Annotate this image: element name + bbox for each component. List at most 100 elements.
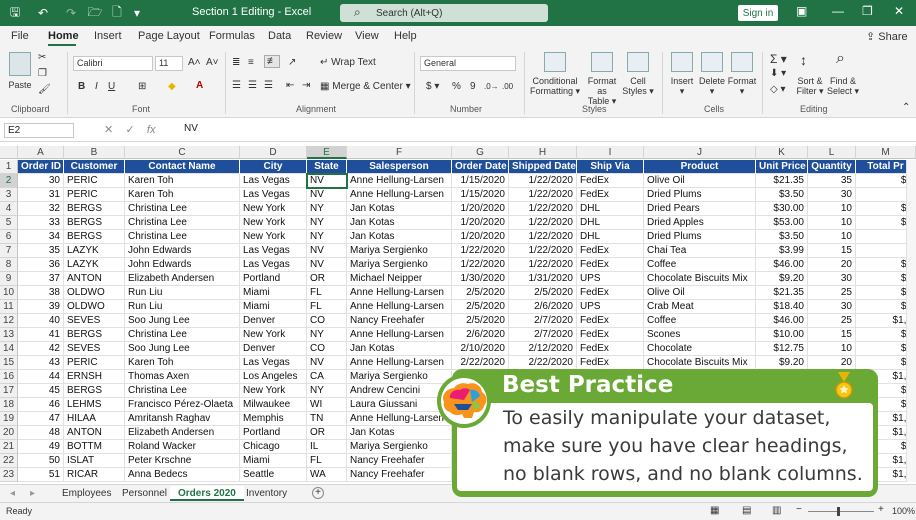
format-cells-icon[interactable] [731, 52, 753, 72]
cell-k13[interactable]: $10.00 [756, 328, 808, 342]
delete-cells-icon[interactable] [701, 52, 723, 72]
cell-c8[interactable]: John Edwards [125, 258, 240, 272]
cell-b6[interactable]: BERGS [64, 230, 125, 244]
cell-i3[interactable]: FedEx [577, 188, 644, 202]
sheet-tab-personnel[interactable]: Personnel [114, 486, 175, 501]
table-header-unit-price[interactable]: Unit Price [756, 160, 808, 174]
cell-k3[interactable]: $3.50 [756, 188, 808, 202]
table-header-city[interactable]: City [240, 160, 307, 174]
cell-g11[interactable]: 2/5/2020 [452, 300, 509, 314]
cell-a21[interactable]: 49 [18, 440, 64, 454]
cell-c16[interactable]: Thomas Axen [125, 370, 240, 384]
cell-g13[interactable]: 2/6/2020 [452, 328, 509, 342]
paste-icon[interactable] [9, 52, 31, 76]
column-header-k[interactable]: K [756, 146, 808, 159]
cell-b15[interactable]: PERIC [64, 356, 125, 370]
table-header-customer[interactable]: Customer [64, 160, 125, 174]
table-header-contact-name[interactable]: Contact Name [125, 160, 240, 174]
cell-f2[interactable]: Anne Hellung-Larsen [347, 174, 452, 188]
tab-data[interactable]: Data [268, 30, 291, 42]
row-header[interactable]: 4 [0, 202, 18, 216]
cell-l4[interactable]: 10 [808, 202, 856, 216]
cell-h2[interactable]: 1/22/2020 [509, 174, 577, 188]
undo-icon[interactable]: ↶ [32, 0, 54, 26]
cell-j7[interactable]: Chai Tea [644, 244, 756, 258]
comma-icon[interactable]: 9 [470, 81, 476, 92]
cell-c12[interactable]: Soo Jung Lee [125, 314, 240, 328]
tab-home[interactable]: Home [48, 30, 79, 42]
cell-j5[interactable]: Dried Apples [644, 216, 756, 230]
cell-h4[interactable]: 1/22/2020 [509, 202, 577, 216]
cell-f15[interactable]: Anne Hellung-Larsen [347, 356, 452, 370]
cell-g4[interactable]: 1/20/2020 [452, 202, 509, 216]
cell-a22[interactable]: 50 [18, 454, 64, 468]
align-left-icon[interactable]: ☰ [232, 80, 241, 91]
zoom-out-icon[interactable]: − [796, 504, 802, 515]
insert-cells-label[interactable]: Insert ▾ [666, 76, 698, 96]
cell-k12[interactable]: $46.00 [756, 314, 808, 328]
underline-icon[interactable]: U [108, 81, 115, 92]
cell-f9[interactable]: Michael Neipper [347, 272, 452, 286]
cell-i15[interactable]: FedEx [577, 356, 644, 370]
autosum-icon[interactable]: Σ ▾ [770, 52, 787, 66]
column-header-j[interactable]: J [644, 146, 756, 159]
cell-a19[interactable]: 47 [18, 412, 64, 426]
cell-b12[interactable]: SEVES [64, 314, 125, 328]
cell-k14[interactable]: $12.75 [756, 342, 808, 356]
cell-d18[interactable]: Milwaukee [240, 398, 307, 412]
cell-a4[interactable]: 32 [18, 202, 64, 216]
cell-f5[interactable]: Jan Kotas [347, 216, 452, 230]
find-select-label[interactable]: Find & Select ▾ [826, 76, 860, 96]
cell-k5[interactable]: $53.00 [756, 216, 808, 230]
cell-k2[interactable]: $21.35 [756, 174, 808, 188]
signin-button[interactable]: Sign in [738, 5, 778, 21]
increase-indent-icon[interactable]: ⇥ [302, 80, 310, 91]
cell-b10[interactable]: OLDWO [64, 286, 125, 300]
column-header-g[interactable]: G [452, 146, 509, 159]
row-header[interactable]: 15 [0, 356, 18, 370]
zoom-slider[interactable] [808, 511, 874, 512]
cell-j13[interactable]: Scones [644, 328, 756, 342]
tab-insert[interactable]: Insert [94, 30, 122, 42]
cell-c19[interactable]: Amritansh Raghav [125, 412, 240, 426]
cell-g3[interactable]: 1/15/2020 [452, 188, 509, 202]
column-header-d[interactable]: D [240, 146, 307, 159]
table-header-shipped-date[interactable]: Shipped Date [509, 160, 577, 174]
decrease-indent-icon[interactable]: ⇤ [286, 80, 294, 91]
cell-l7[interactable]: 15 [808, 244, 856, 258]
cell-h5[interactable]: 1/22/2020 [509, 216, 577, 230]
cell-j10[interactable]: Olive Oil [644, 286, 756, 300]
cell-c11[interactable]: Run Liu [125, 300, 240, 314]
column-header-h[interactable]: H [509, 146, 577, 159]
tab-help[interactable]: Help [394, 30, 417, 42]
bold-icon[interactable]: B [78, 81, 85, 92]
row-header[interactable]: 20 [0, 426, 18, 440]
cell-b9[interactable]: ANTON [64, 272, 125, 286]
add-sheet-icon[interactable]: + [312, 487, 324, 499]
cell-g10[interactable]: 2/5/2020 [452, 286, 509, 300]
cell-b22[interactable]: ISLAT [64, 454, 125, 468]
cell-c10[interactable]: Run Liu [125, 286, 240, 300]
formula-input[interactable]: NV [184, 123, 198, 134]
cell-c14[interactable]: Soo Jung Lee [125, 342, 240, 356]
cell-c23[interactable]: Anna Bedecs [125, 468, 240, 482]
cell-f13[interactable]: Anne Hellung-Larsen [347, 328, 452, 342]
cell-l9[interactable]: 30 [808, 272, 856, 286]
cell-h8[interactable]: 1/22/2020 [509, 258, 577, 272]
cell-i13[interactable]: FedEx [577, 328, 644, 342]
fill-icon[interactable]: ⬇ ▾ [770, 68, 786, 79]
zoom-level[interactable]: 100% [892, 506, 915, 516]
cell-j6[interactable]: Dried Plums [644, 230, 756, 244]
cell-d17[interactable]: New York [240, 384, 307, 398]
column-header-c[interactable]: C [125, 146, 240, 159]
table-header-order-id[interactable]: Order ID [18, 160, 64, 174]
close-icon[interactable]: ✕ [894, 4, 904, 18]
cell-b11[interactable]: OLDWO [64, 300, 125, 314]
cell-c17[interactable]: Christina Lee [125, 384, 240, 398]
insert-cells-icon[interactable] [671, 52, 693, 72]
share-button[interactable]: ⇪ Share [866, 30, 908, 43]
increase-font-icon[interactable]: A˄ [188, 57, 201, 68]
cell-k4[interactable]: $30.00 [756, 202, 808, 216]
cell-d4[interactable]: New York [240, 202, 307, 216]
page-break-view-icon[interactable]: ▥ [772, 505, 781, 516]
